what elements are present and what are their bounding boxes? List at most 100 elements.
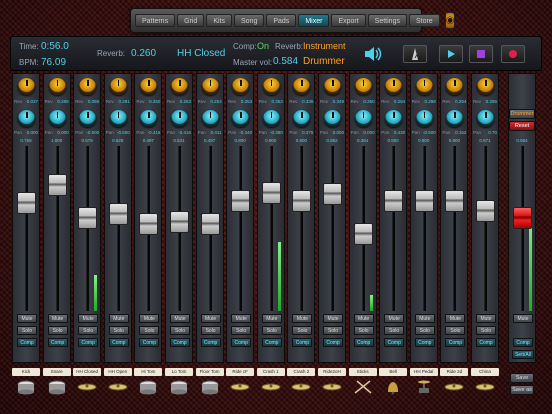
reverb-mode-value[interactable]: Instrument [303,41,346,51]
volume-fader[interactable] [414,189,434,212]
mute-button[interactable]: Mute [323,314,343,323]
mute-button[interactable]: Mute [108,314,129,323]
tab-export[interactable]: Export [331,14,366,27]
master-mute-button[interactable]: Mute [513,314,533,323]
instrument-image[interactable] [471,378,499,396]
reverb-knob[interactable] [18,78,35,95]
solo-button[interactable]: Solo [170,326,190,335]
drum-app-icon[interactable]: ◉ [444,12,456,29]
reverb-knob[interactable] [415,78,433,95]
comp-button[interactable]: Comp [139,338,160,347]
mute-button[interactable]: Mute [17,314,37,323]
pan-knob[interactable] [140,110,158,127]
comp-button[interactable]: Comp [353,338,374,347]
comp-button[interactable]: Comp [78,338,99,347]
comp-button[interactable]: Comp [292,338,313,347]
comp-button[interactable]: Comp [414,338,435,347]
volume-fader[interactable] [384,189,404,212]
pan-knob[interactable] [477,110,494,127]
metronome-button[interactable] [403,45,427,63]
drummer-button[interactable]: Drummer [509,109,535,119]
comp-value[interactable]: On [257,41,269,51]
mute-button[interactable]: Mute [139,314,160,323]
volume-fader[interactable] [476,199,495,222]
mute-button[interactable]: Mute [384,314,405,323]
solo-button[interactable]: Solo [261,326,282,335]
speaker-icon[interactable] [363,45,383,63]
solo-button[interactable]: Solo [47,326,68,335]
tab-settings[interactable]: Settings [367,14,407,27]
comp-button[interactable]: Comp [261,338,282,347]
mute-button[interactable]: Mute [170,314,190,323]
volume-fader[interactable] [17,192,36,215]
comp-button[interactable]: Comp [231,338,252,347]
pan-knob[interactable] [415,110,433,127]
volume-fader[interactable] [47,174,67,196]
comp-button[interactable]: Comp [17,338,37,347]
pan-knob[interactable] [324,110,341,127]
instrument-image[interactable] [318,378,346,396]
comp-button[interactable]: Comp [445,338,466,347]
pan-knob[interactable] [385,110,403,127]
volume-fader[interactable] [292,189,312,212]
pan-knob[interactable] [354,110,372,127]
comp-button[interactable]: Comp [47,338,68,347]
reverb-knob[interactable] [232,78,250,95]
stop-button[interactable] [469,45,493,63]
record-button[interactable] [501,45,525,63]
solo-button[interactable]: Solo [353,326,374,335]
mute-button[interactable]: Mute [78,314,99,323]
pan-knob[interactable] [446,110,464,127]
reverb-knob[interactable] [109,78,127,95]
reverb-knob[interactable] [324,78,341,95]
solo-button[interactable]: Solo [231,326,252,335]
reverb-knob[interactable] [385,78,403,95]
solo-button[interactable]: Solo [17,326,37,335]
mute-button[interactable]: Mute [261,314,282,323]
tab-kits[interactable]: Kits [206,14,232,27]
mute-button[interactable]: Mute [445,314,466,323]
tab-grid[interactable]: Grid [177,14,205,27]
instrument-image[interactable] [196,378,224,396]
solo-button[interactable]: Solo [476,326,496,335]
settings-all-button[interactable]: Sett/All [512,350,534,359]
comp-button[interactable]: Comp [476,338,496,347]
play-button[interactable] [439,45,463,63]
reverb-knob[interactable] [477,78,494,95]
solo-button[interactable]: Solo [108,326,129,335]
tab-song[interactable]: Song [233,14,265,27]
comp-button[interactable]: Comp [170,338,190,347]
solo-button[interactable]: Solo [445,326,466,335]
solo-button[interactable]: Solo [414,326,435,335]
volume-fader[interactable] [231,189,251,212]
solo-button[interactable]: Solo [384,326,405,335]
solo-button[interactable]: Solo [292,326,313,335]
mute-button[interactable]: Mute [200,314,221,323]
instrument-image[interactable] [134,378,162,396]
reverb-knob[interactable] [48,78,66,95]
pan-knob[interactable] [171,110,188,127]
instrument-image[interactable] [104,378,132,396]
pan-knob[interactable] [293,110,311,127]
mute-button[interactable]: Mute [414,314,435,323]
pan-knob[interactable] [79,110,97,127]
instrument-image[interactable] [349,378,377,396]
instrument-image[interactable] [12,378,40,396]
pan-knob[interactable] [109,110,127,127]
master-volume-fader[interactable] [513,207,532,230]
volume-fader[interactable] [323,183,342,206]
comp-button[interactable]: Comp [384,338,405,347]
comp-button[interactable]: Comp [323,338,343,347]
instrument-image[interactable] [73,378,101,396]
master-comp-button[interactable]: Comp [513,338,533,347]
reverb-knob[interactable] [354,78,372,95]
volume-fader[interactable] [353,222,373,245]
save-as-button[interactable]: Save as [510,385,534,395]
reverb-knob[interactable] [293,78,311,95]
tab-patterns[interactable]: Patterns [135,14,176,27]
comp-button[interactable]: Comp [108,338,129,347]
volume-fader[interactable] [170,210,189,233]
volume-fader[interactable] [200,213,220,236]
reverb-knob[interactable] [201,78,219,95]
volume-fader[interactable] [261,181,281,204]
